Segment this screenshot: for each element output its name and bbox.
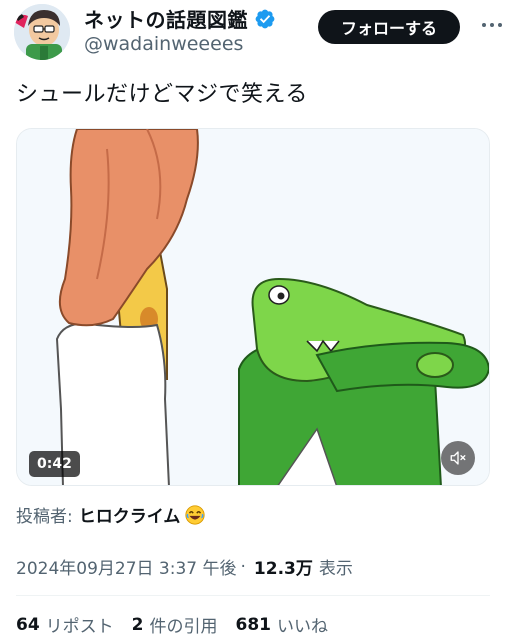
quotes-stat[interactable]: 2 件の引用 xyxy=(131,612,218,638)
views-count: 12.3万 xyxy=(253,559,313,579)
video-duration: 0:42 xyxy=(29,451,80,477)
likes-count: 681 xyxy=(235,614,272,635)
views-label: 表示 xyxy=(318,559,353,579)
likes-stat[interactable]: 681 いいね xyxy=(235,612,329,638)
author-name-row[interactable]: ネットの話題図鑑 xyxy=(84,4,276,33)
engagement-stats: 64 リポスト 2 件の引用 681 いいね xyxy=(16,612,346,638)
video-player[interactable]: 0:42 xyxy=(16,128,490,486)
poster-name: ヒロクライム xyxy=(78,507,181,527)
mute-icon[interactable] xyxy=(441,441,475,475)
tweet-meta: 2024年09月27日 3:37 午後 · 12.3万 表示 xyxy=(16,554,353,580)
quotes-count: 2 xyxy=(131,614,144,635)
author-avatar[interactable] xyxy=(14,4,70,60)
quotes-label: 件の引用 xyxy=(149,617,218,637)
divider xyxy=(16,595,490,596)
laughing-emoji-icon xyxy=(185,504,206,525)
reposts-count: 64 xyxy=(16,614,40,635)
meta-separator: · xyxy=(240,556,246,577)
video-thumbnail xyxy=(17,129,489,485)
author-handle[interactable]: @wadainweeees xyxy=(84,33,243,55)
poster-label: 投稿者: xyxy=(16,507,73,527)
poster-credit: 投稿者: ヒロクライム xyxy=(16,502,206,527)
author-display-name[interactable]: ネットの話題図鑑 xyxy=(84,4,248,33)
likes-label: いいね xyxy=(277,617,329,637)
more-options-icon[interactable] xyxy=(478,10,506,40)
verified-badge-icon xyxy=(255,9,275,28)
follow-button[interactable]: フォローする xyxy=(318,10,460,44)
tweet-datetime[interactable]: 2024年09月27日 3:37 午後 xyxy=(16,554,237,579)
reposts-label: リポスト xyxy=(45,617,114,637)
reposts-stat[interactable]: 64 リポスト xyxy=(16,612,114,638)
tweet-header: ネットの話題図鑑 @wadainweeees フォローする xyxy=(0,0,506,62)
tweet-text: シュールだけどマジで笑える xyxy=(16,82,308,107)
